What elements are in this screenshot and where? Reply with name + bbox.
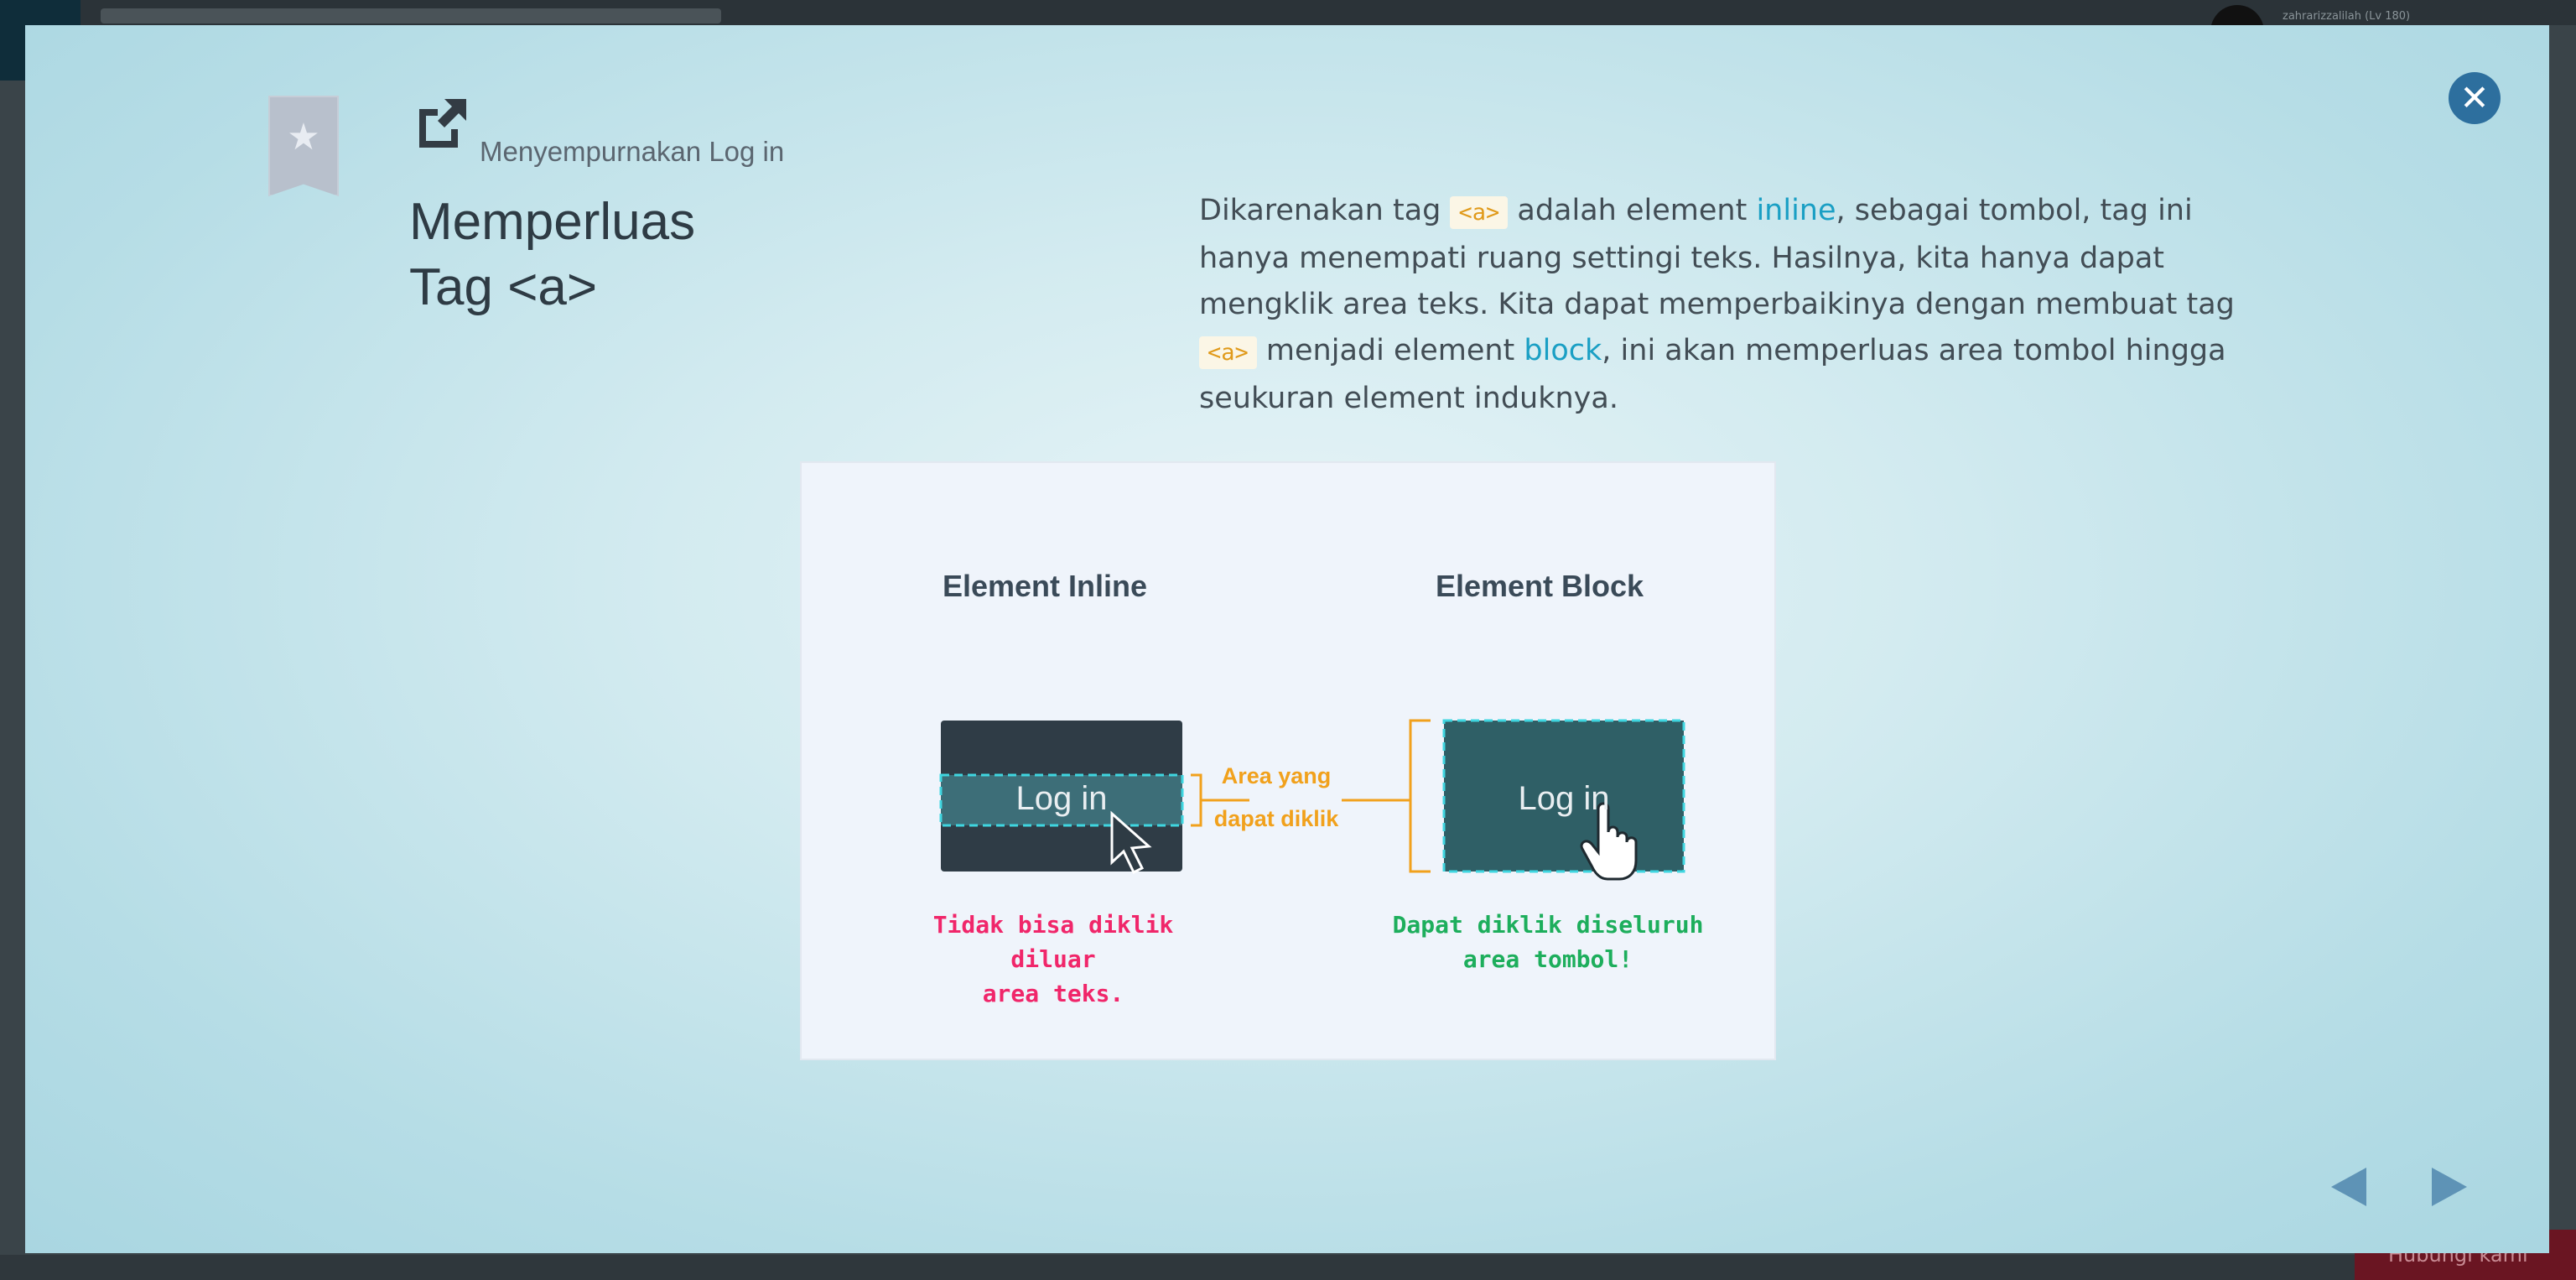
chevron-right-icon	[2432, 1168, 2467, 1206]
caption-inline: Tidak bisa diklik diluar area teks.	[886, 908, 1221, 1011]
area-label-line-2: dapat diklik	[1213, 806, 1339, 831]
close-icon: ✕	[2459, 77, 2490, 118]
prev-button[interactable]	[2328, 1166, 2370, 1208]
bookmark-star-icon[interactable]: ★	[268, 96, 339, 196]
illustration-panel: Element Inline Element Block Log in Log …	[800, 461, 1776, 1060]
caption-block-line-2: area tombol!	[1462, 945, 1633, 973]
close-button[interactable]: ✕	[2449, 72, 2501, 124]
block-button-label: Log in	[1518, 780, 1610, 817]
background-search-bar	[101, 8, 721, 23]
keyword-block: block	[1524, 334, 1602, 367]
section-title: Menyempurnakan Log in	[480, 136, 785, 167]
tutorial-modal: ★ Menyempurnakan Log in Memperluas Tag <…	[25, 25, 2549, 1253]
chevron-left-icon	[2331, 1168, 2366, 1206]
background-user-label: zahrarizzalilah (Lv 180)	[2283, 10, 2411, 23]
caption-block-line-1: Dapat diklik diseluruh	[1392, 911, 1704, 939]
star-icon: ★	[287, 116, 320, 159]
paragraph-text: Dikarenakan tag	[1199, 194, 1451, 227]
clickable-area-label: Area yang dapat diklik	[1192, 755, 1360, 840]
inline-code: <a>	[1450, 196, 1509, 229]
page-title: Memperluas Tag <a>	[409, 190, 879, 320]
description-paragraph: Dikarenakan tag <a> adalah element inlin…	[1199, 188, 2256, 422]
title-line-2: Tag <a>	[409, 258, 598, 316]
background-bottombar	[0, 1255, 2576, 1280]
area-label-line-1: Area yang	[1221, 763, 1332, 788]
inline-code: <a>	[1199, 336, 1257, 369]
keyword-inline: inline	[1756, 194, 1836, 227]
paragraph-text: adalah element	[1508, 194, 1757, 227]
next-button[interactable]	[2428, 1166, 2470, 1208]
caption-block: Dapat diklik diseluruh area tombol!	[1389, 908, 1707, 976]
paragraph-text: menjadi element	[1256, 334, 1524, 367]
caption-inline-line-1: Tidak bisa diklik diluar	[932, 911, 1174, 973]
inline-button-label: Log in	[1015, 780, 1108, 817]
title-line-1: Memperluas	[409, 193, 696, 251]
external-link-icon	[419, 99, 466, 148]
caption-inline-line-2: area teks.	[982, 980, 1124, 1007]
